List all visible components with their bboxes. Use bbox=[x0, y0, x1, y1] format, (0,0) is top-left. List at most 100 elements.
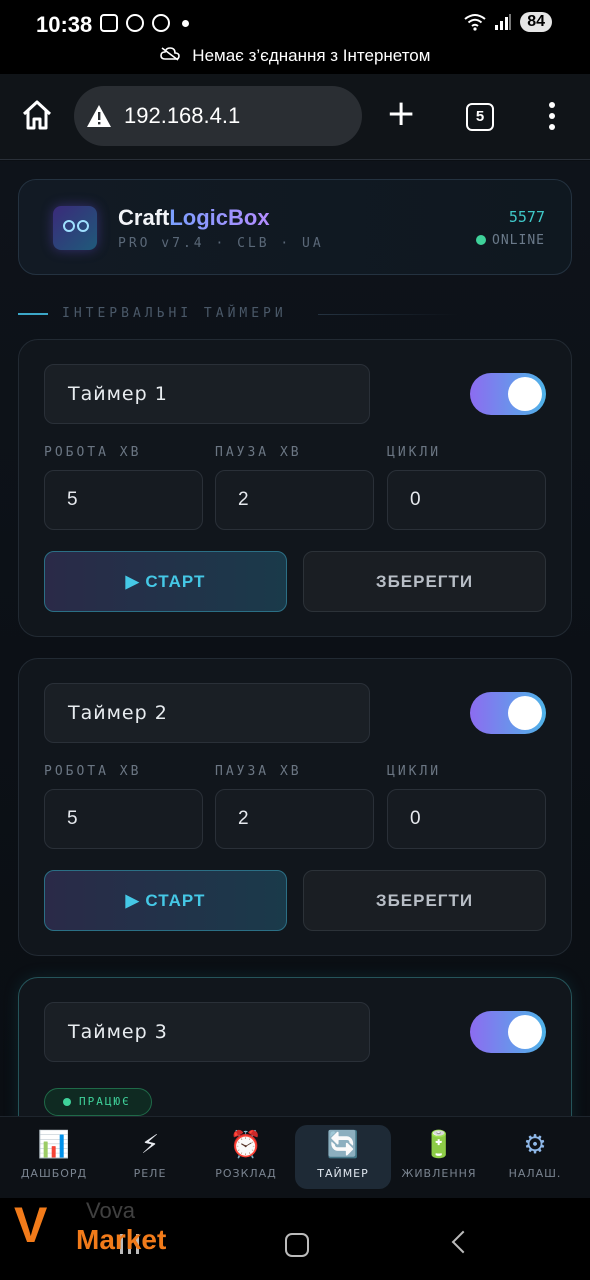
cycles-label: ЦИКЛИ bbox=[387, 445, 442, 460]
timer-name: Таймер 2 bbox=[68, 702, 168, 724]
pause-minutes-input[interactable]: 2 bbox=[215, 470, 374, 530]
battery-icon: 🔋 bbox=[422, 1130, 456, 1160]
nav-label: ЖИВЛЕННЯ bbox=[401, 1167, 477, 1180]
brand-part1: Craft bbox=[118, 205, 170, 230]
badge-text: ПРАЦЮЄ bbox=[79, 1095, 131, 1108]
cycles-label: ЦИКЛИ bbox=[387, 764, 442, 779]
timer-name-input[interactable]: Таймер 3 bbox=[44, 1002, 370, 1062]
home-button[interactable] bbox=[285, 1233, 309, 1257]
nav-label: РЕЛЕ bbox=[133, 1167, 167, 1180]
status-dot-icon bbox=[63, 1098, 71, 1106]
cloud-off-icon bbox=[159, 47, 180, 61]
more-notifications-icon bbox=[182, 19, 189, 27]
toggle-knob bbox=[508, 1015, 542, 1049]
nav-label: РОЗКЛАД bbox=[215, 1167, 277, 1180]
timer-card-2: Таймер 2 РОБОТА ХВ ПАУЗА ХВ ЦИКЛИ 5 2 0 … bbox=[18, 658, 572, 956]
timer-enable-toggle[interactable] bbox=[470, 373, 546, 415]
timer-card-1: Таймер 1 РОБОТА ХВ ПАУЗА ХВ ЦИКЛИ 5 2 0 … bbox=[18, 339, 572, 637]
nav-settings[interactable]: ⚙ НАЛАШ. bbox=[487, 1125, 583, 1189]
browser-toolbar: 192.168.4.1 + 5 bbox=[0, 74, 590, 160]
cycles-input[interactable]: 0 bbox=[387, 470, 546, 530]
lightning-icon: ⚡ bbox=[140, 1130, 160, 1160]
alarm-clock-icon: ⏰ bbox=[229, 1130, 263, 1160]
timer-enable-toggle[interactable] bbox=[470, 1011, 546, 1053]
cycles-input[interactable]: 0 bbox=[387, 789, 546, 849]
work-label: РОБОТА ХВ bbox=[44, 445, 142, 460]
cycles-value: 0 bbox=[410, 489, 421, 510]
section-title: ІНТЕРВАЛЬНІ ТАЙМЕРИ bbox=[62, 306, 287, 321]
timer-name-input[interactable]: Таймер 1 bbox=[44, 364, 370, 424]
screenshot-icon bbox=[100, 14, 118, 32]
app-header: CraftLogicBox PRO v7.4 · CLB · UA 5577 O… bbox=[18, 179, 572, 275]
divider bbox=[18, 313, 48, 315]
device-number: 5577 bbox=[508, 208, 545, 226]
work-value: 5 bbox=[67, 808, 78, 829]
work-minutes-input[interactable]: 5 bbox=[44, 470, 203, 530]
cycles-value: 0 bbox=[410, 808, 421, 829]
nav-dashboard[interactable]: 📊 ДАШБОРД bbox=[6, 1125, 102, 1189]
toggle-knob bbox=[508, 377, 542, 411]
pause-label: ПАУЗА ХВ bbox=[215, 445, 302, 460]
brand-part2: LogicBox bbox=[169, 205, 270, 230]
status-text: ONLINE bbox=[492, 233, 545, 248]
pause-value: 2 bbox=[238, 808, 249, 829]
chart-icon: 📊 bbox=[37, 1130, 71, 1160]
toggle-knob bbox=[508, 696, 542, 730]
timer-name-input[interactable]: Таймер 2 bbox=[44, 683, 370, 743]
nav-label: ДАШБОРД bbox=[20, 1167, 88, 1180]
section-heading: ІНТЕРВАЛЬНІ ТАЙМЕРИ bbox=[18, 304, 572, 324]
gear-icon: ⚙ bbox=[523, 1130, 547, 1160]
version-subtitle: PRO v7.4 · CLB · UA bbox=[118, 236, 324, 251]
nav-relays[interactable]: ⚡ РЕЛЕ bbox=[102, 1125, 198, 1189]
back-button[interactable] bbox=[451, 1230, 475, 1254]
divider bbox=[318, 314, 458, 315]
nav-label: НАЛАШ. bbox=[508, 1167, 562, 1180]
bottom-navigation: 📊 ДАШБОРД ⚡ РЕЛЕ ⏰ РОЗКЛАД 🔄 ТАЙМЕР 🔋 ЖИ… bbox=[0, 1116, 590, 1198]
notification-icons bbox=[100, 14, 189, 32]
running-status-badge: ПРАЦЮЄ bbox=[44, 1088, 152, 1116]
home-icon[interactable] bbox=[20, 98, 54, 132]
nav-label: ТАЙМЕР bbox=[317, 1167, 369, 1180]
address-bar[interactable]: 192.168.4.1 bbox=[74, 86, 362, 146]
timer-name: Таймер 3 bbox=[68, 1021, 168, 1043]
connection-status: ONLINE bbox=[476, 233, 545, 248]
online-dot-icon bbox=[476, 235, 487, 245]
pause-minutes-input[interactable]: 2 bbox=[215, 789, 374, 849]
timer-card-3: Таймер 3 ПРАЦЮЄ bbox=[18, 977, 572, 1116]
work-label: РОБОТА ХВ bbox=[44, 764, 142, 779]
nav-schedule[interactable]: ⏰ РОЗКЛАД bbox=[198, 1125, 294, 1189]
watermark-line2: Market bbox=[76, 1224, 167, 1255]
start-button[interactable]: ▶ СТАРТ bbox=[44, 870, 287, 931]
signal-icon bbox=[495, 14, 512, 30]
nav-power[interactable]: 🔋 ЖИВЛЕННЯ bbox=[391, 1125, 487, 1189]
status-bar: 10:38 84 bbox=[0, 0, 590, 46]
web-page: CraftLogicBox PRO v7.4 · CLB · UA 5577 O… bbox=[0, 161, 590, 1116]
cycle-arrows-icon: 🔄 bbox=[326, 1130, 360, 1160]
messenger-icon bbox=[126, 14, 144, 32]
work-minutes-input[interactable]: 5 bbox=[44, 789, 203, 849]
timer-name: Таймер 1 bbox=[68, 383, 168, 405]
wifi-icon bbox=[464, 14, 486, 31]
watermark-v-mark: V bbox=[14, 1197, 48, 1253]
warning-icon[interactable] bbox=[86, 104, 112, 128]
start-button[interactable]: ▶ СТАРТ bbox=[44, 551, 287, 612]
save-button[interactable]: ЗБЕРЕГТИ bbox=[303, 870, 546, 931]
save-button[interactable]: ЗБЕРЕГТИ bbox=[303, 551, 546, 612]
pause-value: 2 bbox=[238, 489, 249, 510]
battery-level: 84 bbox=[520, 12, 552, 32]
watermark-line1: Vova bbox=[86, 1198, 135, 1223]
new-tab-button[interactable]: + bbox=[386, 96, 416, 132]
work-value: 5 bbox=[67, 489, 78, 510]
system-icons: 84 bbox=[464, 12, 552, 32]
tab-switcher-button[interactable]: 5 bbox=[466, 103, 494, 131]
clock: 10:38 bbox=[36, 12, 93, 37]
timer-enable-toggle[interactable] bbox=[470, 692, 546, 734]
nav-timer[interactable]: 🔄 ТАЙМЕР bbox=[295, 1125, 391, 1189]
watermark-logo: V Vova Market bbox=[14, 1196, 194, 1256]
robot-logo-icon bbox=[53, 206, 97, 250]
url-text[interactable]: 192.168.4.1 bbox=[124, 103, 240, 129]
brand-title: CraftLogicBox bbox=[118, 205, 270, 231]
offline-text: Немає з’єднання з Інтернетом bbox=[192, 46, 431, 65]
telegram-icon bbox=[152, 14, 170, 32]
more-menu-icon[interactable] bbox=[549, 102, 555, 135]
